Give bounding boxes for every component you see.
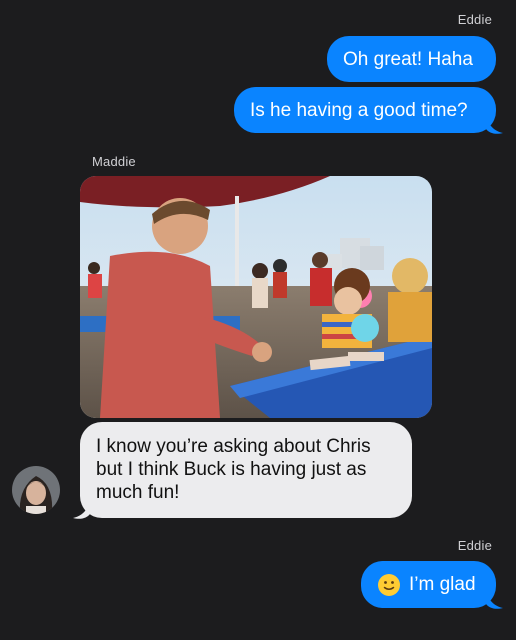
message-text: I know you’re asking about Chris but I t… — [96, 436, 371, 503]
bubble-tail-icon — [486, 115, 503, 134]
outgoing-message-bubble[interactable]: Is he having a good time? — [234, 87, 496, 133]
message-text: I’m glad — [409, 574, 476, 595]
bubble-tail-icon — [73, 500, 90, 519]
photo-message[interactable] — [80, 176, 432, 418]
message-text: Is he having a good time? — [250, 99, 468, 121]
avatar-photo-icon — [12, 466, 60, 514]
sender-name-maddie: Maddie — [92, 154, 136, 169]
bubble-tail-icon — [486, 590, 503, 609]
slightly-smiling-face-icon — [378, 573, 400, 596]
sender-name-eddie: Eddie — [457, 538, 492, 553]
contact-avatar[interactable] — [12, 466, 60, 514]
outgoing-message-bubble[interactable]: I’m glad — [361, 561, 496, 608]
sender-name-eddie: Eddie — [457, 12, 492, 27]
incoming-message-bubble[interactable]: I know you’re asking about Chris but I t… — [80, 422, 412, 518]
outgoing-message-bubble[interactable]: Oh great! Haha — [327, 36, 496, 82]
photo-icon — [80, 176, 432, 418]
message-text: Oh great! Haha — [343, 48, 473, 70]
